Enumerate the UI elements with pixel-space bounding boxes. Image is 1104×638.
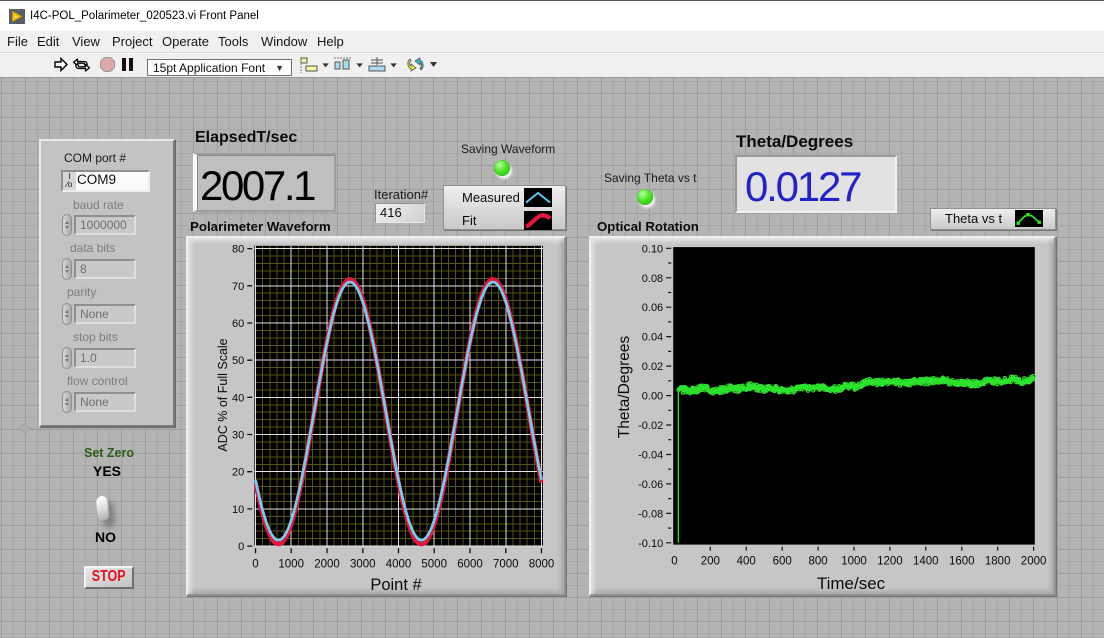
svg-text:-0.06: -0.06 — [638, 479, 663, 491]
svg-text:80: 80 — [232, 244, 244, 256]
svg-text:30: 30 — [232, 430, 244, 442]
svg-text:7000: 7000 — [493, 559, 519, 571]
svg-text:1800: 1800 — [985, 556, 1011, 568]
svg-text:4000: 4000 — [386, 559, 412, 571]
svg-text:Theta/Degrees: Theta/Degrees — [616, 335, 633, 438]
svg-text:0.02: 0.02 — [642, 361, 663, 373]
svg-text:60: 60 — [232, 318, 244, 330]
svg-text:0.06: 0.06 — [642, 302, 663, 314]
svg-text:0.08: 0.08 — [642, 273, 663, 285]
svg-text:ADC % of Full Scale: ADC % of Full Scale — [216, 338, 230, 451]
svg-text:-0.04: -0.04 — [638, 450, 663, 462]
svg-text:200: 200 — [701, 556, 720, 568]
svg-text:8000: 8000 — [529, 559, 555, 571]
svg-text:2000: 2000 — [314, 559, 340, 571]
svg-text:20: 20 — [232, 467, 244, 479]
svg-text:5000: 5000 — [421, 559, 447, 571]
svg-text:1200: 1200 — [877, 556, 903, 568]
svg-text:1400: 1400 — [913, 556, 939, 568]
svg-text:1000: 1000 — [841, 556, 867, 568]
svg-text:0: 0 — [671, 556, 677, 568]
svg-text:2000: 2000 — [1021, 556, 1047, 568]
svg-text:800: 800 — [809, 556, 828, 568]
svg-text:3000: 3000 — [350, 559, 376, 571]
svg-text:0.04: 0.04 — [642, 332, 663, 344]
svg-text:6000: 6000 — [457, 559, 483, 571]
svg-text:-0.02: -0.02 — [638, 420, 663, 432]
svg-text:0: 0 — [252, 559, 258, 571]
svg-text:Time/sec: Time/sec — [817, 574, 886, 593]
svg-text:0.10: 0.10 — [642, 243, 663, 255]
svg-text:40: 40 — [232, 392, 244, 404]
svg-text:1600: 1600 — [949, 556, 975, 568]
svg-text:-0.10: -0.10 — [638, 538, 663, 550]
svg-text:50: 50 — [232, 355, 244, 367]
svg-text:Point #: Point # — [370, 576, 422, 594]
svg-text:-0.08: -0.08 — [638, 508, 663, 520]
svg-text:10: 10 — [232, 504, 244, 516]
svg-text:600: 600 — [773, 556, 792, 568]
svg-text:1000: 1000 — [278, 559, 304, 571]
svg-text:0.00: 0.00 — [642, 391, 663, 403]
svg-text:0: 0 — [238, 541, 244, 553]
svg-text:70: 70 — [232, 281, 244, 293]
svg-text:400: 400 — [737, 556, 756, 568]
